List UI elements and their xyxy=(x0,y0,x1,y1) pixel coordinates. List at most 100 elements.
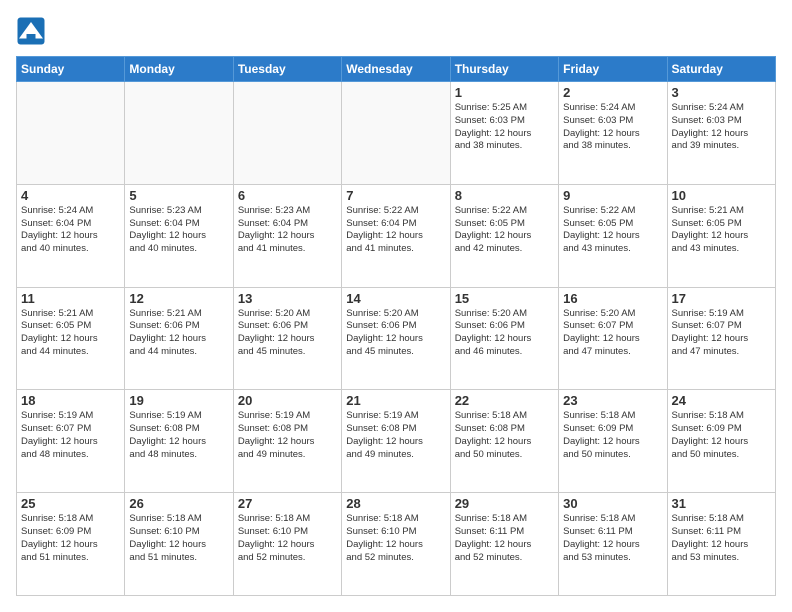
cell-info: Sunrise: 5:20 AM Sunset: 6:07 PM Dayligh… xyxy=(563,308,662,359)
cell-info: Sunrise: 5:18 AM Sunset: 6:10 PM Dayligh… xyxy=(238,513,337,564)
calendar-cell: 13 Sunrise: 5:20 AM Sunset: 6:06 PM Dayli… xyxy=(233,287,341,390)
cell-info: Sunrise: 5:18 AM Sunset: 6:10 PM Dayligh… xyxy=(346,513,445,564)
calendar-cell: 6 Sunrise: 5:23 AM Sunset: 6:04 PM Daylig… xyxy=(233,184,341,287)
calendar-cell: 20 Sunrise: 5:19 AM Sunset: 6:08 PM Dayli… xyxy=(233,390,341,493)
day-number: 20 xyxy=(238,393,337,408)
cell-info: Sunrise: 5:19 AM Sunset: 6:07 PM Dayligh… xyxy=(21,410,120,461)
day-number: 4 xyxy=(21,188,120,203)
calendar-cell: 16 Sunrise: 5:20 AM Sunset: 6:07 PM Dayli… xyxy=(559,287,667,390)
cell-info: Sunrise: 5:18 AM Sunset: 6:09 PM Dayligh… xyxy=(672,410,771,461)
day-number: 15 xyxy=(455,291,554,306)
cell-info: Sunrise: 5:21 AM Sunset: 6:05 PM Dayligh… xyxy=(21,308,120,359)
calendar-cell: 15 Sunrise: 5:20 AM Sunset: 6:06 PM Dayli… xyxy=(450,287,558,390)
cell-info: Sunrise: 5:19 AM Sunset: 6:08 PM Dayligh… xyxy=(238,410,337,461)
day-number: 27 xyxy=(238,496,337,511)
cell-info: Sunrise: 5:19 AM Sunset: 6:08 PM Dayligh… xyxy=(346,410,445,461)
cell-info: Sunrise: 5:18 AM Sunset: 6:11 PM Dayligh… xyxy=(672,513,771,564)
week-row-4: 18 Sunrise: 5:19 AM Sunset: 6:07 PM Dayli… xyxy=(17,390,776,493)
logo-icon xyxy=(16,16,46,46)
day-header-sunday: Sunday xyxy=(17,57,125,82)
calendar-cell: 25 Sunrise: 5:18 AM Sunset: 6:09 PM Dayli… xyxy=(17,493,125,596)
calendar-cell: 10 Sunrise: 5:21 AM Sunset: 6:05 PM Dayli… xyxy=(667,184,775,287)
day-number: 16 xyxy=(563,291,662,306)
day-number: 10 xyxy=(672,188,771,203)
cell-info: Sunrise: 5:18 AM Sunset: 6:11 PM Dayligh… xyxy=(563,513,662,564)
day-number: 1 xyxy=(455,85,554,100)
calendar-cell: 31 Sunrise: 5:18 AM Sunset: 6:11 PM Dayli… xyxy=(667,493,775,596)
day-number: 14 xyxy=(346,291,445,306)
calendar-cell: 28 Sunrise: 5:18 AM Sunset: 6:10 PM Dayli… xyxy=(342,493,450,596)
calendar-cell: 29Sunrise: 5:18 AM Sunset: 6:11 PM Dayli… xyxy=(450,493,558,596)
calendar-cell: 14 Sunrise: 5:20 AM Sunset: 6:06 PM Dayli… xyxy=(342,287,450,390)
day-number: 19 xyxy=(129,393,228,408)
cell-info: Sunrise: 5:24 AM Sunset: 6:04 PM Dayligh… xyxy=(21,205,120,256)
day-header-wednesday: Wednesday xyxy=(342,57,450,82)
calendar-cell: 30 Sunrise: 5:18 AM Sunset: 6:11 PM Dayli… xyxy=(559,493,667,596)
calendar-cell: 3 Sunrise: 5:24 AM Sunset: 6:03 PM Daylig… xyxy=(667,82,775,185)
calendar-cell: 8 Sunrise: 5:22 AM Sunset: 6:05 PM Daylig… xyxy=(450,184,558,287)
week-row-1: 1Sunrise: 5:25 AM Sunset: 6:03 PM Daylig… xyxy=(17,82,776,185)
day-number: 13 xyxy=(238,291,337,306)
calendar-cell: 18 Sunrise: 5:19 AM Sunset: 6:07 PM Dayli… xyxy=(17,390,125,493)
day-number: 17 xyxy=(672,291,771,306)
day-number: 22 xyxy=(455,393,554,408)
calendar-cell: 23 Sunrise: 5:18 AM Sunset: 6:09 PM Dayli… xyxy=(559,390,667,493)
calendar-cell: 21 Sunrise: 5:19 AM Sunset: 6:08 PM Dayli… xyxy=(342,390,450,493)
cell-info: Sunrise: 5:23 AM Sunset: 6:04 PM Dayligh… xyxy=(238,205,337,256)
cell-info: Sunrise: 5:24 AM Sunset: 6:03 PM Dayligh… xyxy=(563,102,662,153)
cell-info: Sunrise: 5:19 AM Sunset: 6:07 PM Dayligh… xyxy=(672,308,771,359)
week-row-2: 4 Sunrise: 5:24 AM Sunset: 6:04 PM Daylig… xyxy=(17,184,776,287)
day-number: 18 xyxy=(21,393,120,408)
day-number: 7 xyxy=(346,188,445,203)
day-header-saturday: Saturday xyxy=(667,57,775,82)
day-number: 5 xyxy=(129,188,228,203)
day-number: 24 xyxy=(672,393,771,408)
calendar-cell: 17 Sunrise: 5:19 AM Sunset: 6:07 PM Dayli… xyxy=(667,287,775,390)
calendar-cell xyxy=(125,82,233,185)
calendar-cell: 5 Sunrise: 5:23 AM Sunset: 6:04 PM Daylig… xyxy=(125,184,233,287)
day-number: 6 xyxy=(238,188,337,203)
calendar-cell xyxy=(342,82,450,185)
day-number: 8 xyxy=(455,188,554,203)
day-number: 26 xyxy=(129,496,228,511)
cell-info: Sunrise: 5:21 AM Sunset: 6:06 PM Dayligh… xyxy=(129,308,228,359)
calendar-cell: 2Sunrise: 5:24 AM Sunset: 6:03 PM Daylig… xyxy=(559,82,667,185)
day-header-tuesday: Tuesday xyxy=(233,57,341,82)
cell-info: Sunrise: 5:19 AM Sunset: 6:08 PM Dayligh… xyxy=(129,410,228,461)
cell-info: Sunrise: 5:18 AM Sunset: 6:09 PM Dayligh… xyxy=(563,410,662,461)
cell-info: Sunrise: 5:18 AM Sunset: 6:09 PM Dayligh… xyxy=(21,513,120,564)
day-header-thursday: Thursday xyxy=(450,57,558,82)
day-number: 3 xyxy=(672,85,771,100)
day-number: 21 xyxy=(346,393,445,408)
cell-info: Sunrise: 5:22 AM Sunset: 6:05 PM Dayligh… xyxy=(455,205,554,256)
cell-info: Sunrise: 5:24 AM Sunset: 6:03 PM Dayligh… xyxy=(672,102,771,153)
calendar-cell: 24 Sunrise: 5:18 AM Sunset: 6:09 PM Dayli… xyxy=(667,390,775,493)
cell-info: Sunrise: 5:18 AM Sunset: 6:08 PM Dayligh… xyxy=(455,410,554,461)
cell-info: Sunrise: 5:20 AM Sunset: 6:06 PM Dayligh… xyxy=(346,308,445,359)
calendar-cell xyxy=(17,82,125,185)
cell-info: Sunrise: 5:20 AM Sunset: 6:06 PM Dayligh… xyxy=(455,308,554,359)
cell-info: Sunrise: 5:20 AM Sunset: 6:06 PM Dayligh… xyxy=(238,308,337,359)
day-number: 25 xyxy=(21,496,120,511)
logo xyxy=(16,16,50,46)
calendar-cell xyxy=(233,82,341,185)
day-number: 30 xyxy=(563,496,662,511)
cell-info: Sunrise: 5:22 AM Sunset: 6:05 PM Dayligh… xyxy=(563,205,662,256)
calendar-cell: 7 Sunrise: 5:22 AM Sunset: 6:04 PM Daylig… xyxy=(342,184,450,287)
day-header-friday: Friday xyxy=(559,57,667,82)
cell-info: Sunrise: 5:18 AM Sunset: 6:10 PM Dayligh… xyxy=(129,513,228,564)
calendar-cell: 26 Sunrise: 5:18 AM Sunset: 6:10 PM Dayli… xyxy=(125,493,233,596)
day-header-monday: Monday xyxy=(125,57,233,82)
week-row-5: 25 Sunrise: 5:18 AM Sunset: 6:09 PM Dayli… xyxy=(17,493,776,596)
cell-info: Sunrise: 5:22 AM Sunset: 6:04 PM Dayligh… xyxy=(346,205,445,256)
calendar-cell: 11Sunrise: 5:21 AM Sunset: 6:05 PM Dayli… xyxy=(17,287,125,390)
calendar-cell: 1Sunrise: 5:25 AM Sunset: 6:03 PM Daylig… xyxy=(450,82,558,185)
cell-info: Sunrise: 5:21 AM Sunset: 6:05 PM Dayligh… xyxy=(672,205,771,256)
calendar-cell: 27 Sunrise: 5:18 AM Sunset: 6:10 PM Dayli… xyxy=(233,493,341,596)
day-number: 31 xyxy=(672,496,771,511)
calendar-cell: 22 Sunrise: 5:18 AM Sunset: 6:08 PM Dayli… xyxy=(450,390,558,493)
cell-info: Sunrise: 5:23 AM Sunset: 6:04 PM Dayligh… xyxy=(129,205,228,256)
day-number: 28 xyxy=(346,496,445,511)
day-number: 12 xyxy=(129,291,228,306)
day-number: 23 xyxy=(563,393,662,408)
